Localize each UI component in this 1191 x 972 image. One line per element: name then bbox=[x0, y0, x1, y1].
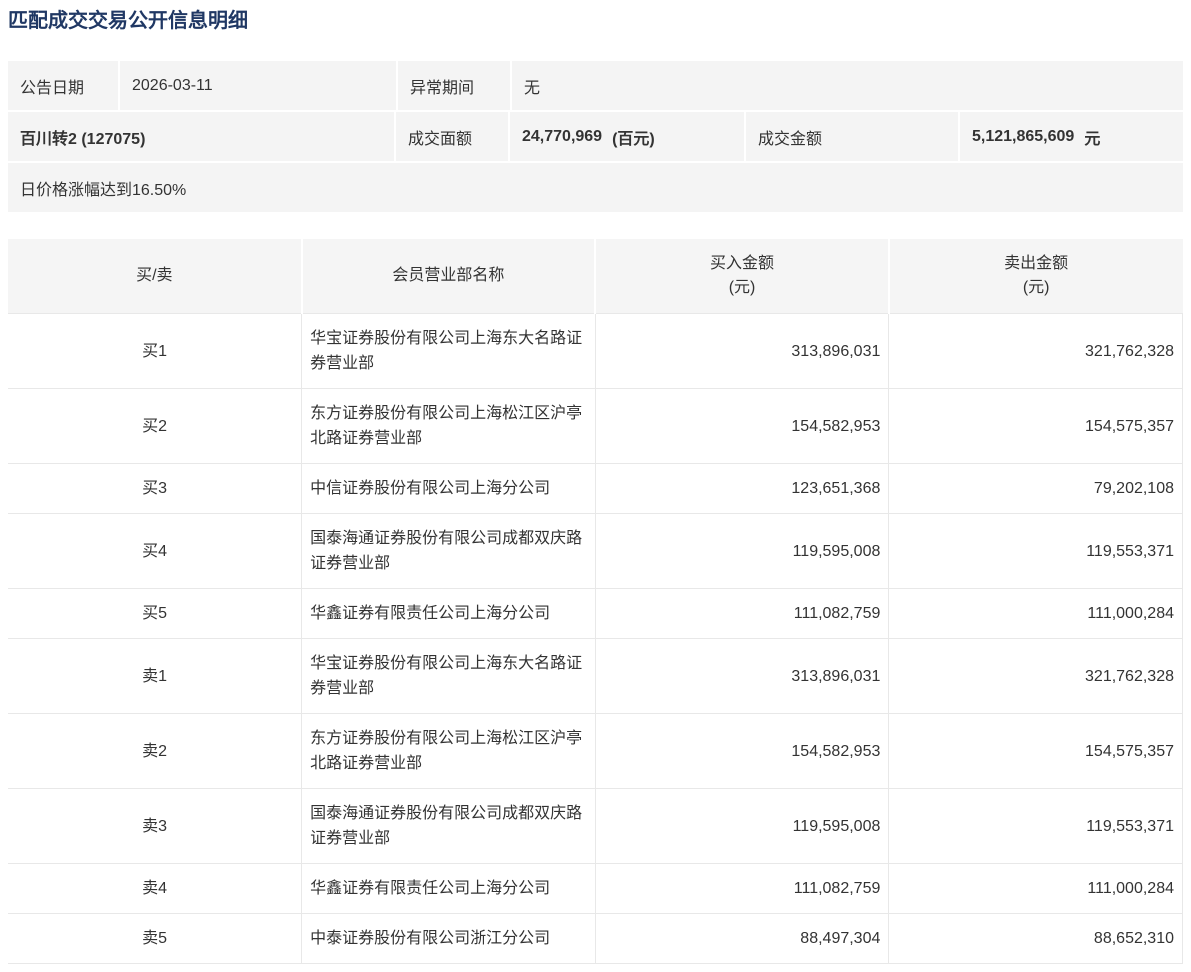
buy-amount-cell: 119,595,008 bbox=[595, 513, 890, 589]
table-row: 卖4 华鑫证券有限责任公司上海分公司 111,082,759 111,000,2… bbox=[8, 863, 1183, 914]
member-cell: 华宝证券股份有限公司上海东大名路证券营业部 bbox=[301, 313, 596, 389]
buy-amount-cell: 313,896,031 bbox=[595, 313, 890, 389]
buy-amount-cell: 154,582,953 bbox=[595, 713, 890, 789]
turnover-label: 成交金额 bbox=[746, 112, 958, 161]
turnover-unit: 元 bbox=[1084, 130, 1101, 148]
sell-amount-cell: 119,553,371 bbox=[888, 788, 1183, 864]
info-row-date: 公告日期 2026-03-11 异常期间 无 bbox=[8, 61, 1183, 110]
header-buy-amount: 买入金额 (元) bbox=[595, 239, 890, 314]
member-cell: 国泰海通证券股份有限公司成都双庆路证券营业部 bbox=[301, 513, 596, 589]
sell-amount-cell: 321,762,328 bbox=[888, 313, 1183, 389]
header-sell-amount-line2: (元) bbox=[1022, 279, 1050, 296]
side-cell: 卖3 bbox=[8, 788, 303, 864]
buy-amount-cell: 111,082,759 bbox=[595, 863, 890, 914]
sell-amount-cell: 321,762,328 bbox=[888, 638, 1183, 714]
sell-amount-cell: 119,553,371 bbox=[888, 513, 1183, 589]
buy-amount-cell: 88,497,304 bbox=[595, 913, 890, 964]
abnormal-period-value: 无 bbox=[512, 61, 1183, 110]
header-sell-amount: 卖出金额 (元) bbox=[888, 239, 1183, 314]
table-header-row: 买/卖 会员营业部名称 买入金额 (元) 卖出金额 (元) bbox=[8, 239, 1183, 314]
sell-amount-cell: 111,000,284 bbox=[888, 588, 1183, 639]
side-cell: 卖5 bbox=[8, 913, 303, 964]
member-cell: 华宝证券股份有限公司上海东大名路证券营业部 bbox=[301, 638, 596, 714]
buy-amount-cell: 313,896,031 bbox=[595, 638, 890, 714]
security-name: 百川转2 (127075) bbox=[8, 112, 394, 161]
table-row: 买2 东方证券股份有限公司上海松江区沪亭北路证券营业部 154,582,953 … bbox=[8, 388, 1183, 464]
header-buy-amount-line1: 买入金额 bbox=[710, 255, 775, 272]
member-cell: 华鑫证券有限责任公司上海分公司 bbox=[301, 863, 596, 914]
sell-amount-cell: 88,652,310 bbox=[888, 913, 1183, 964]
member-cell: 国泰海通证券股份有限公司成都双庆路证券营业部 bbox=[301, 788, 596, 864]
sell-amount-cell: 111,000,284 bbox=[888, 863, 1183, 914]
side-cell: 卖2 bbox=[8, 713, 303, 789]
table-row: 卖5 中泰证券股份有限公司浙江分公司 88,497,304 88,652,310 bbox=[8, 913, 1183, 964]
side-cell: 买1 bbox=[8, 313, 303, 389]
face-value-number: 24,770,969 bbox=[522, 127, 603, 145]
header-member: 会员营业部名称 bbox=[301, 239, 597, 314]
face-value: 24,770,969 (百元) bbox=[510, 112, 744, 161]
buy-amount-cell: 111,082,759 bbox=[595, 588, 890, 639]
face-value-unit: (百元) bbox=[612, 130, 655, 148]
sell-amount-cell: 79,202,108 bbox=[888, 463, 1183, 514]
table-row: 买3 中信证券股份有限公司上海分公司 123,651,368 79,202,10… bbox=[8, 463, 1183, 514]
announce-date-label: 公告日期 bbox=[8, 61, 118, 110]
side-cell: 卖4 bbox=[8, 863, 303, 914]
side-cell: 买2 bbox=[8, 388, 303, 464]
announce-date-value: 2026-03-11 bbox=[120, 61, 396, 110]
face-value-label: 成交面额 bbox=[396, 112, 508, 161]
buy-amount-cell: 154,582,953 bbox=[595, 388, 890, 464]
side-cell: 买3 bbox=[8, 463, 303, 514]
table-row: 买4 国泰海通证券股份有限公司成都双庆路证券营业部 119,595,008 11… bbox=[8, 513, 1183, 589]
table-row: 买5 华鑫证券有限责任公司上海分公司 111,082,759 111,000,2… bbox=[8, 588, 1183, 639]
member-cell: 东方证券股份有限公司上海松江区沪亭北路证券营业部 bbox=[301, 713, 596, 789]
trigger-note: 日价格涨幅达到16.50% bbox=[8, 163, 1183, 212]
member-cell: 中信证券股份有限公司上海分公司 bbox=[301, 463, 596, 514]
turnover-value: 5,121,865,609 元 bbox=[960, 112, 1183, 161]
member-cell: 中泰证券股份有限公司浙江分公司 bbox=[301, 913, 596, 964]
table-row: 买1 华宝证券股份有限公司上海东大名路证券营业部 313,896,031 321… bbox=[8, 313, 1183, 389]
page-title: 匹配成交交易公开信息明细 bbox=[8, 10, 248, 32]
buy-amount-cell: 123,651,368 bbox=[595, 463, 890, 514]
member-cell: 东方证券股份有限公司上海松江区沪亭北路证券营业部 bbox=[301, 388, 596, 464]
sell-amount-cell: 154,575,357 bbox=[888, 713, 1183, 789]
table-row: 卖1 华宝证券股份有限公司上海东大名路证券营业部 313,896,031 321… bbox=[8, 638, 1183, 714]
header-sell-amount-line1: 卖出金额 bbox=[1004, 255, 1069, 272]
side-cell: 买4 bbox=[8, 513, 303, 589]
info-row-trigger: 日价格涨幅达到16.50% bbox=[8, 163, 1183, 212]
table-row: 卖2 东方证券股份有限公司上海松江区沪亭北路证券营业部 154,582,953 … bbox=[8, 713, 1183, 789]
turnover-number: 5,121,865,609 bbox=[972, 127, 1075, 145]
side-cell: 买5 bbox=[8, 588, 303, 639]
buy-amount-cell: 119,595,008 bbox=[595, 788, 890, 864]
sell-amount-cell: 154,575,357 bbox=[888, 388, 1183, 464]
table-row: 卖3 国泰海通证券股份有限公司成都双庆路证券营业部 119,595,008 11… bbox=[8, 788, 1183, 864]
abnormal-period-label: 异常期间 bbox=[398, 61, 510, 110]
info-row-security: 百川转2 (127075) 成交面额 24,770,969 (百元) 成交金额 5… bbox=[8, 112, 1183, 161]
trade-detail-table: 买/卖 会员营业部名称 买入金额 (元) 卖出金额 (元) 买1 华宝证券股份有… bbox=[8, 239, 1183, 964]
member-cell: 华鑫证券有限责任公司上海分公司 bbox=[301, 588, 596, 639]
header-side: 买/卖 bbox=[8, 239, 303, 314]
side-cell: 卖1 bbox=[8, 638, 303, 714]
summary-info-panel: 公告日期 2026-03-11 异常期间 无 百川转2 (127075) 成交面… bbox=[8, 61, 1183, 212]
header-buy-amount-line2: (元) bbox=[728, 279, 756, 296]
